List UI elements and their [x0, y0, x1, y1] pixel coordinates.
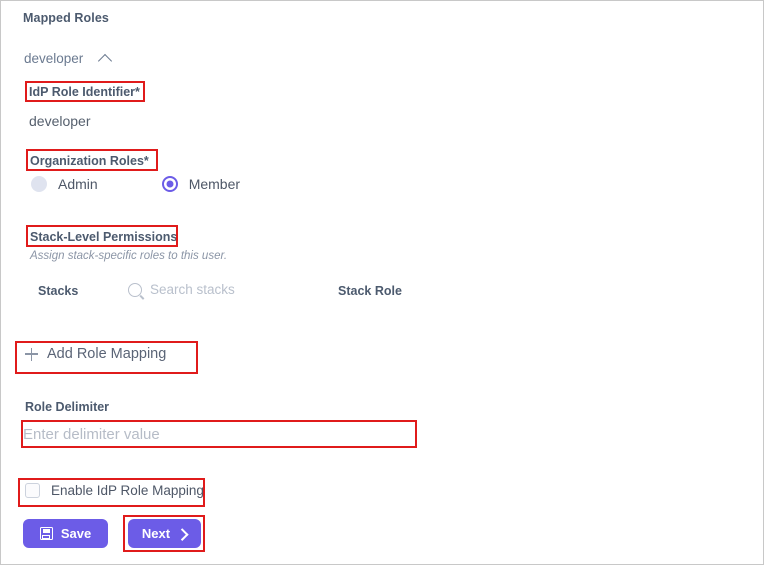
chevron-right-icon: [178, 529, 187, 538]
stack-level-permissions-helper: Assign stack-specific roles to this user…: [30, 250, 228, 262]
chevron-up-icon[interactable]: [99, 54, 113, 63]
page-title: Mapped Roles: [23, 11, 109, 25]
radio-admin-label: Admin: [58, 176, 98, 192]
mapped-roles-panel: Mapped Roles developer IdP Role Identifi…: [0, 0, 764, 565]
idp-role-identifier-value: developer: [29, 113, 91, 129]
radio-admin-indicator[interactable]: [31, 176, 47, 192]
floppy-disk-icon: [39, 527, 53, 540]
add-role-mapping-button[interactable]: Add Role Mapping: [25, 346, 166, 362]
stack-level-permissions-label: Stack-Level Permissions: [30, 230, 178, 244]
search-icon: [128, 282, 142, 297]
enable-idp-role-mapping-checkbox[interactable]: Enable IdP Role Mapping: [25, 483, 204, 498]
enable-idp-role-mapping-label: Enable IdP Role Mapping: [51, 483, 204, 498]
organization-roles-label: Organization Roles*: [30, 154, 149, 168]
role-delimiter-input[interactable]: [23, 423, 415, 445]
save-button[interactable]: Save: [23, 519, 108, 548]
column-header-stack-role: Stack Role: [338, 284, 402, 298]
search-stacks-placeholder: Search stacks: [150, 282, 235, 297]
accordion-header-developer[interactable]: developer: [24, 51, 113, 66]
idp-role-identifier-label: IdP Role Identifier*: [29, 85, 140, 99]
accordion-label: developer: [24, 51, 84, 66]
add-role-mapping-label: Add Role Mapping: [47, 346, 167, 362]
role-delimiter-label: Role Delimiter: [25, 400, 110, 414]
column-header-stacks: Stacks: [38, 284, 79, 298]
checkbox-indicator[interactable]: [25, 483, 40, 498]
save-button-label: Save: [60, 526, 92, 541]
next-button-label: Next: [141, 526, 171, 541]
radio-option-admin[interactable]: Admin: [31, 176, 98, 192]
next-button[interactable]: Next: [128, 519, 201, 548]
radio-option-member[interactable]: Member: [161, 176, 241, 192]
organization-roles-radio-group: Admin Member: [31, 176, 240, 192]
search-stacks-input[interactable]: Search stacks: [128, 282, 235, 297]
plus-icon: [25, 347, 38, 361]
radio-member-indicator[interactable]: [161, 176, 178, 192]
radio-member-label: Member: [188, 176, 241, 192]
